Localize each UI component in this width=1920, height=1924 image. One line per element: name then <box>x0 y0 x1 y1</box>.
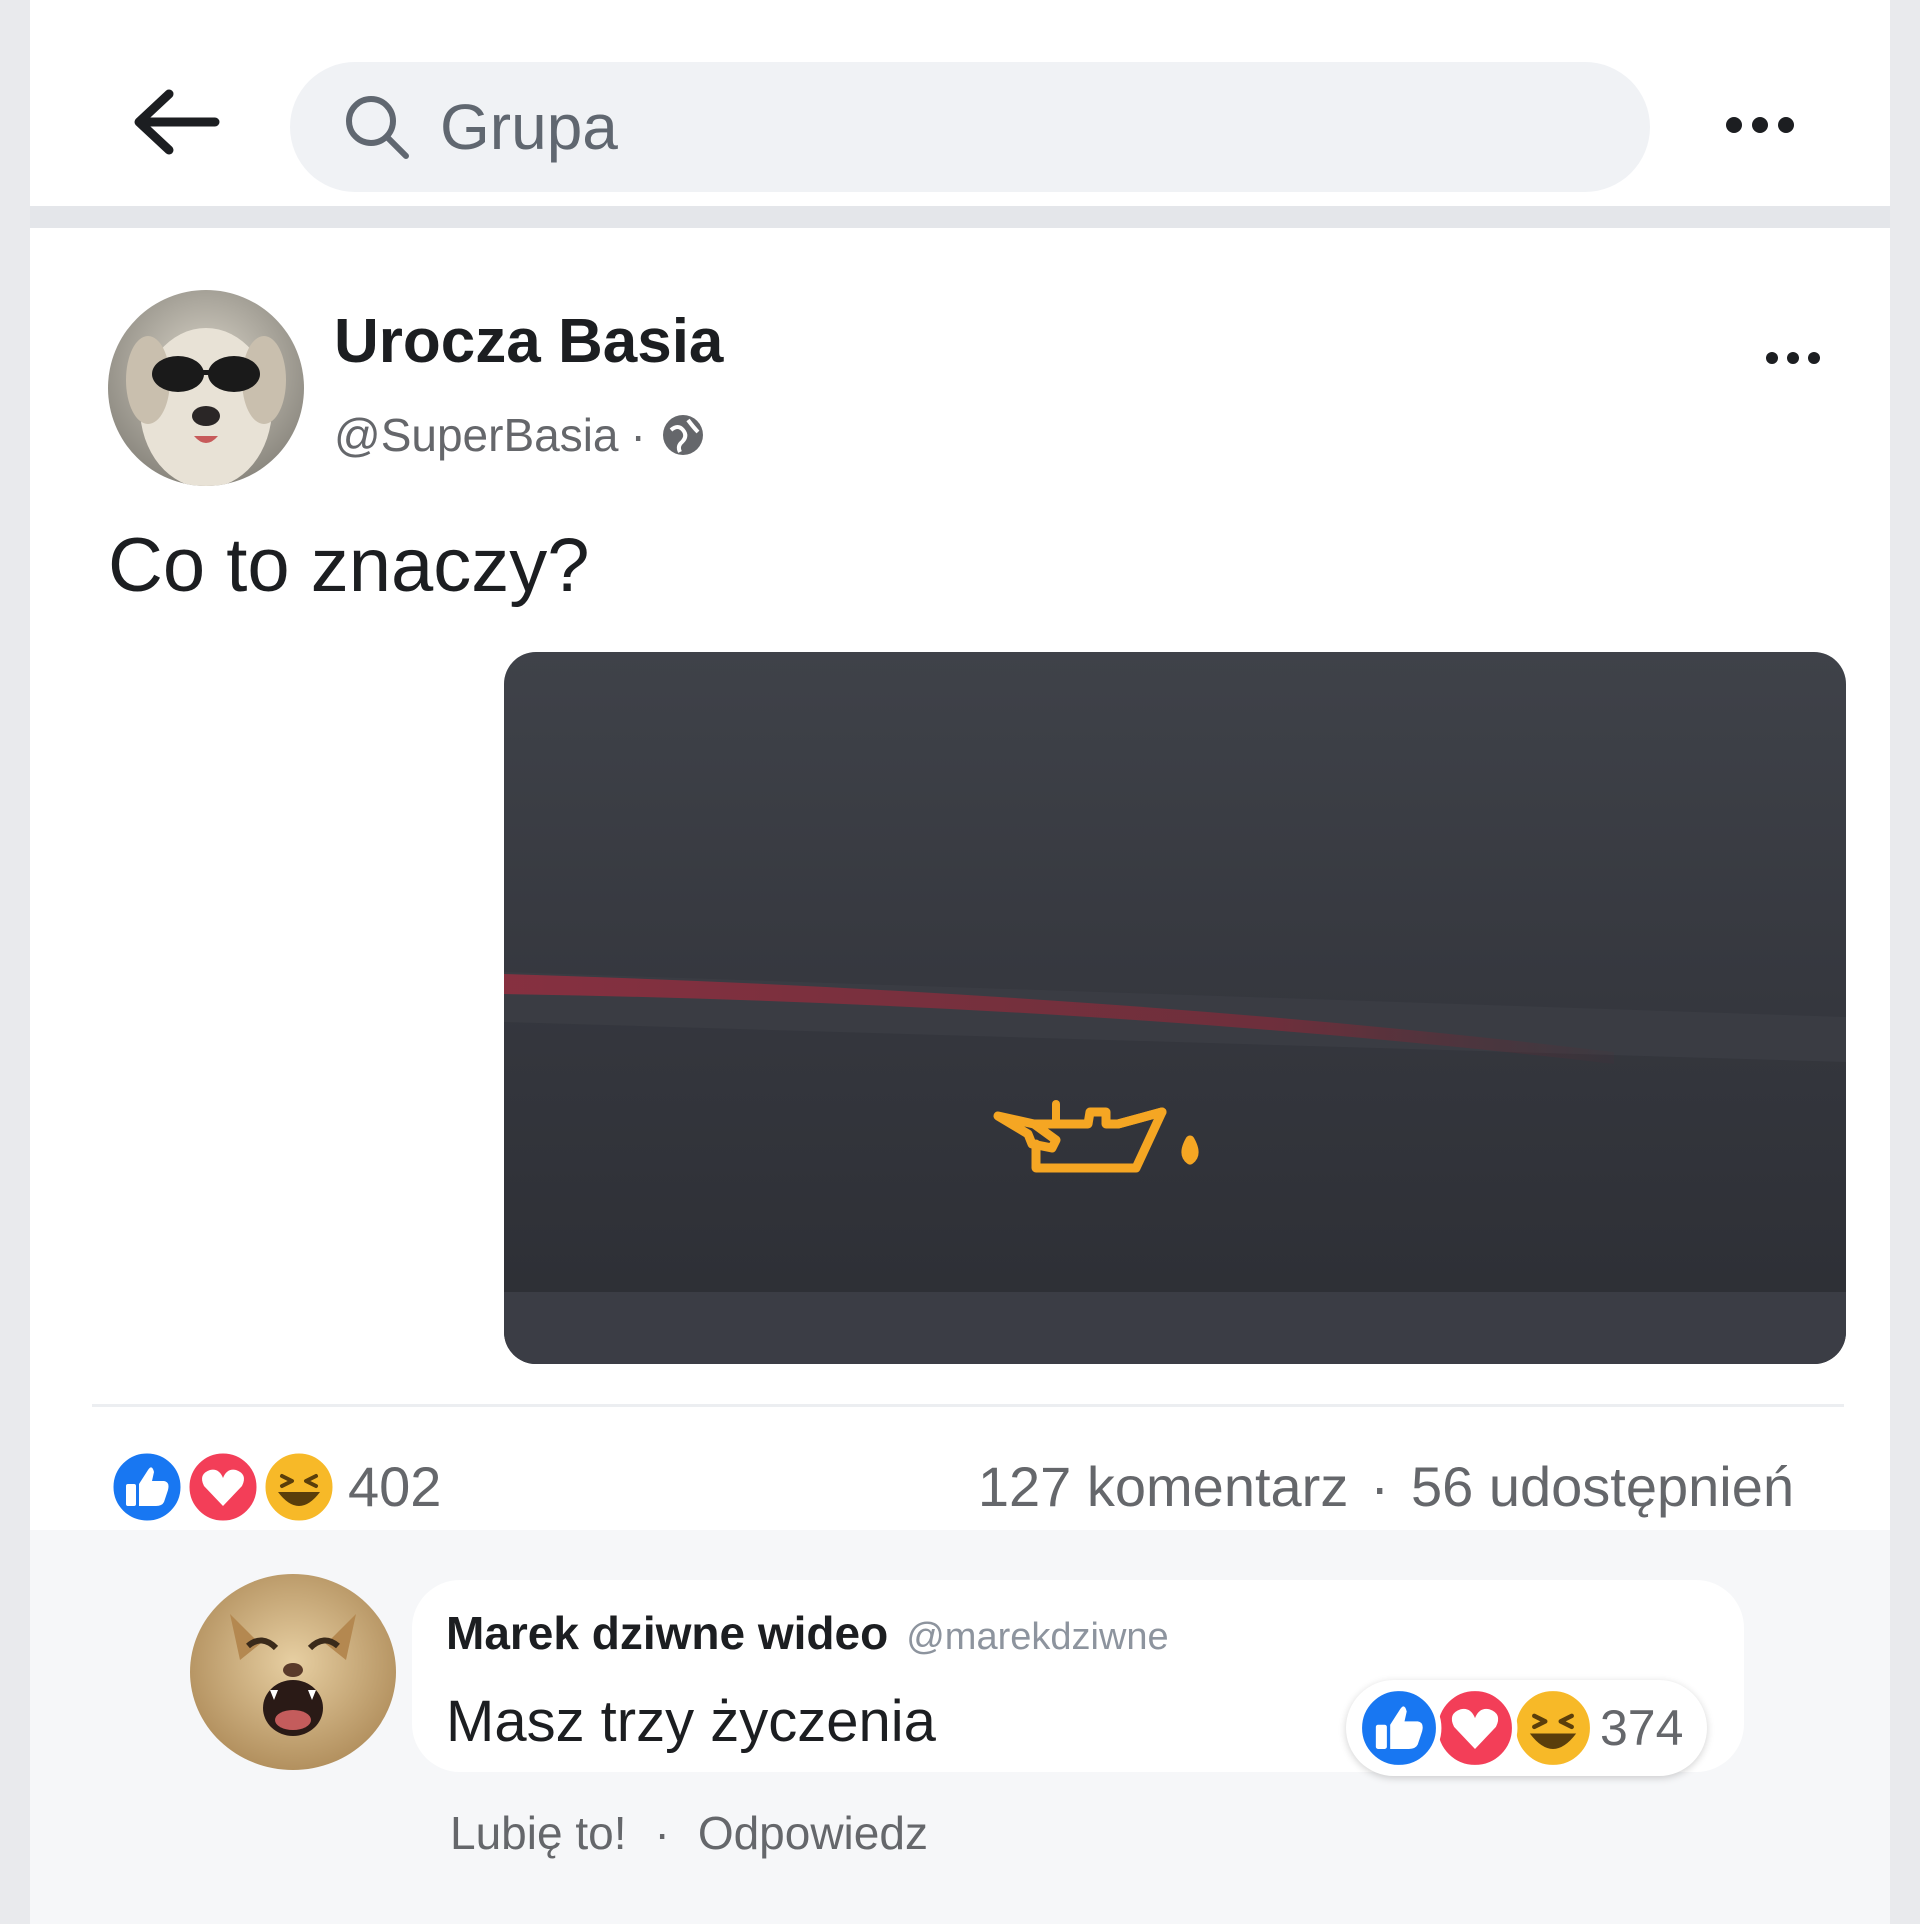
shares-count-link[interactable]: 56 udostępnień <box>1411 1454 1794 1519</box>
arrow-left-icon <box>134 89 220 155</box>
comment-author-name[interactable]: Marek dziwne wideo <box>446 1606 888 1660</box>
reaction-icons <box>108 1448 340 1526</box>
meta-separator: · <box>630 409 646 461</box>
actions-separator: · <box>654 1807 670 1859</box>
post-text: Co to znaczy? <box>108 523 590 608</box>
globe-icon <box>662 415 703 455</box>
search-bar[interactable] <box>290 62 1650 192</box>
back-button[interactable] <box>128 82 224 162</box>
post-options-button[interactable] <box>1748 340 1838 376</box>
dashboard-photo <box>504 652 1846 1364</box>
commenter-avatar[interactable] <box>190 1574 396 1770</box>
more-dot <box>1778 117 1794 133</box>
post-image[interactable] <box>504 652 1846 1364</box>
more-dot <box>1787 352 1799 364</box>
author-avatar[interactable] <box>108 290 304 486</box>
post-divider <box>92 1404 1844 1407</box>
reaction-icons <box>1356 1685 1596 1771</box>
comment-text: Masz trzy życzenia <box>446 1689 936 1754</box>
post-reactions[interactable]: 402 <box>108 1448 442 1526</box>
comments-count-link[interactable]: 127 komentarz <box>978 1454 1348 1519</box>
comment-reactions-count: 374 <box>1600 1700 1684 1756</box>
search-input[interactable] <box>438 89 1542 165</box>
like-icon <box>1356 1685 1442 1771</box>
comment-author-handle: @marekdziwne <box>906 1616 1169 1658</box>
more-dot <box>1726 117 1742 133</box>
comment-actions: Lubię to! · Odpowiedz <box>450 1806 928 1860</box>
love-icon <box>184 1448 262 1526</box>
search-icon <box>346 96 409 159</box>
stats-separator: · <box>1370 1455 1389 1518</box>
more-options-button[interactable] <box>1712 100 1808 150</box>
love-icon <box>1432 1685 1518 1771</box>
post-author-handle: @SuperBasia <box>334 409 619 461</box>
reactions-count: 402 <box>348 1454 442 1518</box>
cat-avatar-image <box>190 1574 396 1770</box>
comment-header: Marek dziwne wideo @marekdziwne <box>446 1606 1169 1660</box>
dog-avatar-image <box>108 290 304 486</box>
comment-reactions[interactable]: 374 <box>1346 1680 1708 1776</box>
more-dot <box>1766 352 1778 364</box>
reply-button[interactable]: Odpowiedz <box>698 1806 928 1860</box>
more-dot <box>1808 352 1820 364</box>
post-stats: 127 komentarz · 56 udostępnień <box>978 1454 1794 1519</box>
post-author-name[interactable]: Urocza Basia <box>334 306 723 377</box>
like-icon <box>108 1448 186 1526</box>
haha-icon <box>1510 1685 1596 1771</box>
more-dot <box>1752 117 1768 133</box>
haha-icon <box>260 1448 338 1526</box>
post-meta: @SuperBasia · <box>334 408 708 462</box>
like-comment-button[interactable]: Lubię to! <box>450 1806 626 1860</box>
